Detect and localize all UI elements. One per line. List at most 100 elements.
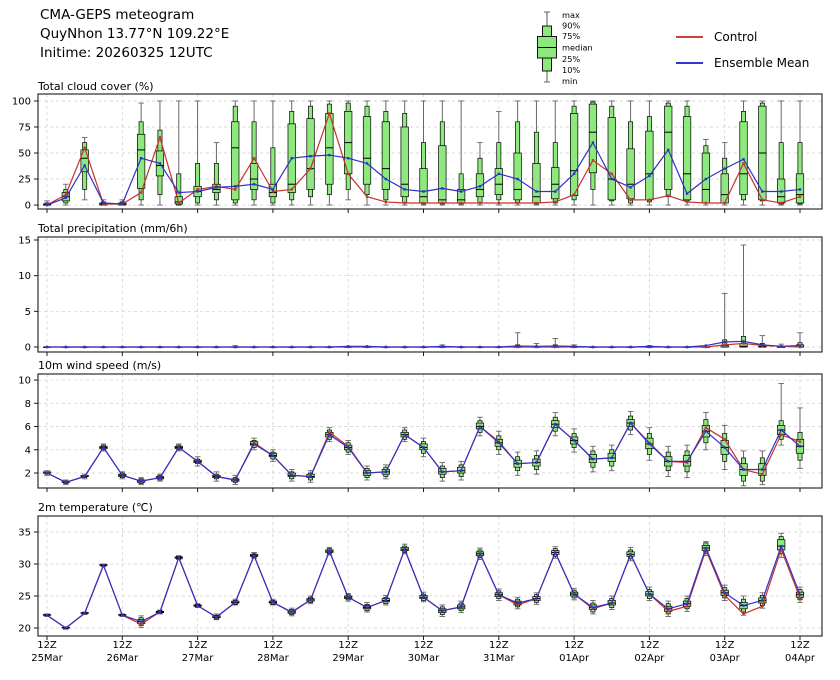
control-marker <box>196 188 198 190</box>
mean-marker <box>215 346 217 348</box>
mean-marker <box>253 346 255 348</box>
control-marker <box>780 433 782 435</box>
box-25-75 <box>137 134 145 188</box>
mean-marker <box>554 345 556 347</box>
y-tick-label: 25 <box>18 175 31 186</box>
control-marker <box>422 202 424 204</box>
mean-marker <box>554 551 556 553</box>
mean-marker <box>272 601 274 603</box>
control-marker <box>83 147 85 149</box>
control-marker <box>347 173 349 175</box>
mean-marker <box>460 469 462 471</box>
control-marker <box>592 159 594 161</box>
mean-marker <box>479 425 481 427</box>
mean-marker <box>291 157 293 159</box>
mean-marker <box>385 599 387 601</box>
mean-marker <box>780 190 782 192</box>
mean-marker <box>629 553 631 555</box>
mean-marker <box>366 606 368 608</box>
control-marker <box>799 597 801 599</box>
mean-marker <box>347 596 349 598</box>
panel-title-cloud: Total cloud cover (%) <box>38 80 154 93</box>
mean-marker <box>196 460 198 462</box>
mean-marker <box>196 346 198 348</box>
control-marker <box>516 202 518 204</box>
mean-marker <box>573 345 575 347</box>
mean-marker <box>121 203 123 205</box>
mean-marker <box>629 186 631 188</box>
control-marker <box>761 473 763 475</box>
y-tick-label: 10 <box>18 271 31 282</box>
mean-marker <box>573 593 575 595</box>
mean-marker <box>422 190 424 192</box>
panel-title-precip: Total precipitation (mm/6h) <box>38 222 188 235</box>
x-day-label: 31Mar <box>483 653 515 664</box>
mean-marker <box>648 345 650 347</box>
mean-marker <box>121 474 123 476</box>
panel-title-temp: 2m temperature (℃) <box>38 501 153 514</box>
chart-canvas: 02550751000510152468102025303512Z25Mar12… <box>0 0 840 680</box>
mean-marker <box>460 346 462 348</box>
mean-marker <box>498 346 500 348</box>
legend-box-label: 90% <box>562 21 580 31</box>
mean-marker <box>535 597 537 599</box>
mean-marker <box>724 167 726 169</box>
y-tick-label: 8 <box>25 399 31 410</box>
page-title: CMA-GEPS meteogram <box>40 6 194 25</box>
mean-marker <box>667 346 669 348</box>
y-tick-label: 10 <box>18 376 31 387</box>
mean-marker <box>422 346 424 348</box>
mean-marker <box>686 460 688 462</box>
y-tick-label: 50 <box>18 149 31 160</box>
mean-marker <box>328 550 330 552</box>
mean-marker <box>309 155 311 157</box>
control-marker <box>629 199 631 201</box>
mean-marker <box>178 556 180 558</box>
box-25-75 <box>552 168 560 199</box>
mean-marker <box>347 157 349 159</box>
mean-marker <box>366 162 368 164</box>
mean-marker <box>667 460 669 462</box>
mean-marker <box>83 164 85 166</box>
mean-marker <box>780 429 782 431</box>
mean-marker <box>253 443 255 445</box>
box-25-75 <box>326 113 334 184</box>
control-marker <box>686 605 688 607</box>
control-marker <box>140 623 142 625</box>
control-marker <box>460 202 462 204</box>
control-marker <box>799 440 801 442</box>
mean-marker <box>65 197 67 199</box>
mean-marker <box>215 616 217 618</box>
control-marker <box>742 342 744 344</box>
mean-marker <box>253 554 255 556</box>
mean-marker <box>498 594 500 596</box>
mean-marker <box>196 190 198 192</box>
box-25-75 <box>570 113 578 195</box>
box-25-75 <box>608 118 616 200</box>
mean-marker <box>705 430 707 432</box>
control-marker <box>554 201 556 203</box>
mean-marker <box>761 190 763 192</box>
box-25-75 <box>307 119 315 190</box>
mean-marker <box>291 611 293 613</box>
mean-marker <box>347 446 349 448</box>
control-marker <box>272 190 274 192</box>
mean-marker <box>592 606 594 608</box>
mean-marker <box>328 433 330 435</box>
mean-marker <box>648 593 650 595</box>
mean-marker <box>629 422 631 424</box>
mean-marker <box>498 442 500 444</box>
control-marker <box>648 199 650 201</box>
x-day-label: 29Mar <box>332 653 364 664</box>
box-25-75 <box>664 106 672 189</box>
control-marker <box>705 202 707 204</box>
mean-marker <box>159 162 161 164</box>
x-hour-label: 12Z <box>37 640 57 651</box>
meteogram-page: 02550751000510152468102025303512Z25Mar12… <box>0 0 840 680</box>
mean-marker <box>102 202 104 204</box>
mean-marker <box>667 608 669 610</box>
x-day-label: 30Mar <box>408 653 440 664</box>
control-marker <box>159 136 161 138</box>
mean-marker <box>780 345 782 347</box>
mean-marker <box>121 346 123 348</box>
